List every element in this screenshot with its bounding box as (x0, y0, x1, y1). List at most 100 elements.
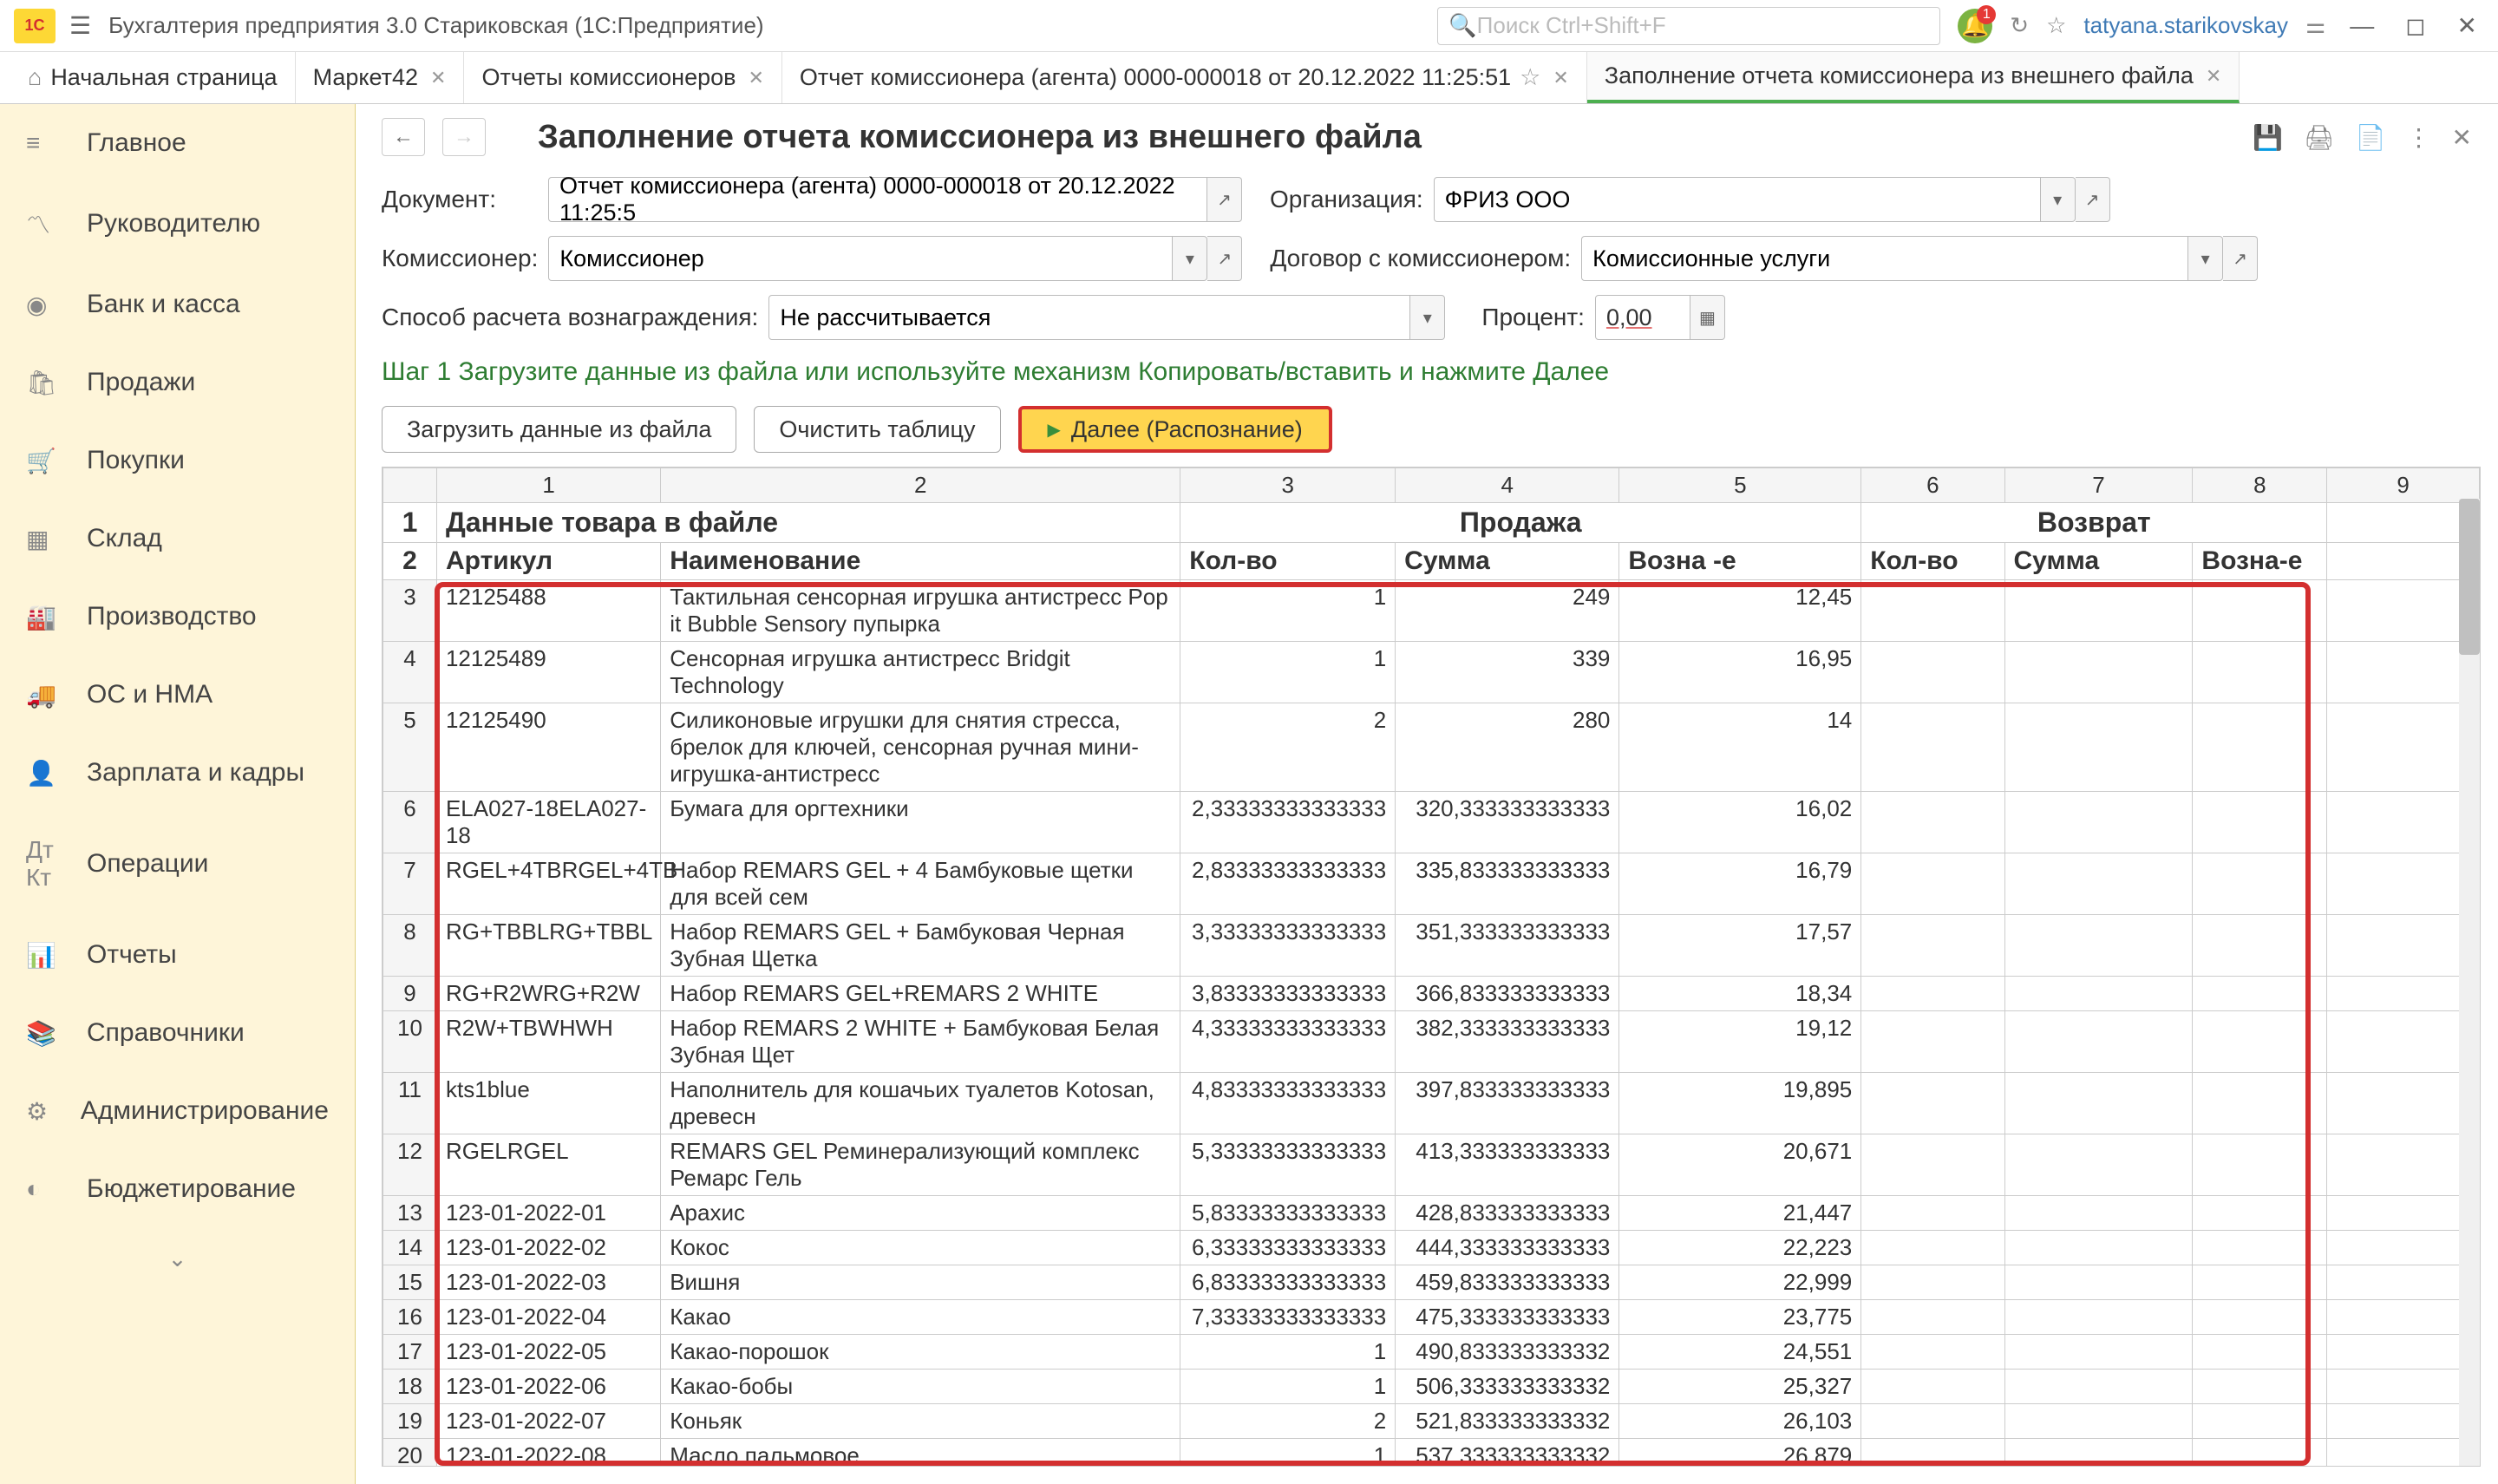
cell-name[interactable]: Сенсорная игрушка антистресс Bridgit Tec… (661, 642, 1180, 703)
cell-ret-qty[interactable] (1861, 1134, 2004, 1196)
empty-cell[interactable] (2327, 977, 2480, 1011)
empty-cell[interactable] (2327, 915, 2480, 977)
cell-ret-sum[interactable] (2004, 977, 2193, 1011)
cell-fee[interactable]: 16,79 (1619, 853, 1861, 915)
cell-sum[interactable]: 444,333333333333 (1396, 1231, 1619, 1265)
cell-name[interactable]: Бумага для оргтехники (661, 792, 1180, 853)
cell-ret-fee[interactable] (2193, 1300, 2327, 1335)
next-button[interactable]: ▶ Далее (Распознание) (1018, 406, 1332, 453)
org-open-button[interactable]: ↗ (2076, 177, 2110, 222)
pct-calc-button[interactable]: ▦ (1690, 295, 1725, 340)
cell-name[interactable]: Наполнитель для кошачьих туалетов Kotosa… (661, 1073, 1180, 1134)
empty-cell[interactable] (2327, 642, 2480, 703)
empty-cell[interactable] (2327, 1300, 2480, 1335)
table-row[interactable]: 20123-01-2022-08Масло пальмовое1537,3333… (383, 1439, 2480, 1468)
cell-qty[interactable]: 1 (1180, 642, 1396, 703)
cell-art[interactable]: 123-01-2022-06 (436, 1370, 660, 1404)
cell-art[interactable]: 123-01-2022-02 (436, 1231, 660, 1265)
sidebar-item-1[interactable]: 〽Руководителю (0, 182, 355, 265)
cell-qty[interactable]: 2 (1180, 1404, 1396, 1439)
cell-qty[interactable]: 2 (1180, 703, 1396, 792)
cell-sum[interactable]: 397,833333333333 (1396, 1073, 1619, 1134)
col-header[interactable]: 2 (661, 468, 1180, 503)
cell-name[interactable]: Какао (661, 1300, 1180, 1335)
cell-art[interactable]: 12125488 (436, 580, 660, 642)
cell-ret-fee[interactable] (2193, 1265, 2327, 1300)
cell-art[interactable]: kts1blue (436, 1073, 660, 1134)
cell-fee[interactable]: 18,34 (1619, 977, 1861, 1011)
cell-ret-sum[interactable] (2004, 580, 2193, 642)
tab-4[interactable]: Заполнение отчета комиссионера из внешне… (1587, 52, 2240, 103)
cell-fee[interactable]: 22,223 (1619, 1231, 1861, 1265)
cell-ret-sum[interactable] (2004, 1335, 2193, 1370)
cell-ret-qty[interactable] (1861, 1011, 2004, 1073)
empty-cell[interactable] (2327, 703, 2480, 792)
data-table[interactable]: 1234567891Данные товара в файлеПродажаВо… (382, 467, 2481, 1467)
sidebar-item-3[interactable]: 🛍Продажи (0, 343, 355, 422)
tab-0[interactable]: ⌂Начальная страница (10, 52, 296, 103)
sidebar-item-6[interactable]: 🏭Производство (0, 578, 355, 656)
cell-ret-qty[interactable] (1861, 1231, 2004, 1265)
cell-ret-sum[interactable] (2004, 1011, 2193, 1073)
cell-art[interactable]: RG+TBBLRG+TBBL (436, 915, 660, 977)
tab-3[interactable]: Отчет комиссионера (агента) 0000-000018 … (782, 52, 1587, 103)
cell-ret-qty[interactable] (1861, 703, 2004, 792)
cell-name[interactable]: Какао-бобы (661, 1370, 1180, 1404)
sidebar-expand[interactable]: ⌄ (0, 1228, 355, 1290)
cell-name[interactable]: Вишня (661, 1265, 1180, 1300)
cell-sum[interactable]: 537,333333333332 (1396, 1439, 1619, 1468)
cell-name[interactable]: Масло пальмовое (661, 1439, 1180, 1468)
cell-fee[interactable]: 22,999 (1619, 1265, 1861, 1300)
dog-open-button[interactable]: ↗ (2223, 236, 2258, 281)
empty-cell[interactable] (2327, 1134, 2480, 1196)
table-row[interactable]: 18123-01-2022-06Какао-бобы1506,333333333… (383, 1370, 2480, 1404)
cell-ret-sum[interactable] (2004, 1196, 2193, 1231)
cell-art[interactable]: 123-01-2022-07 (436, 1404, 660, 1439)
table-row[interactable]: 8RG+TBBLRG+TBBLНабор REMARS GEL + Бамбук… (383, 915, 2480, 977)
cell-ret-fee[interactable] (2193, 792, 2327, 853)
empty-cell[interactable] (2327, 1439, 2480, 1468)
cell-name[interactable]: REMARS GEL Реминерализующий комплекс Рем… (661, 1134, 1180, 1196)
cell-ret-fee[interactable] (2193, 977, 2327, 1011)
cell-ret-sum[interactable] (2004, 1370, 2193, 1404)
cell-ret-fee[interactable] (2193, 703, 2327, 792)
scrollbar-vertical[interactable] (2459, 499, 2480, 1466)
empty-cell[interactable] (2327, 1011, 2480, 1073)
kom-dropdown-button[interactable]: ▾ (1173, 236, 1207, 281)
more-icon[interactable]: ⋮ (2407, 123, 2431, 152)
cell-ret-fee[interactable] (2193, 1011, 2327, 1073)
sidebar-item-12[interactable]: ⚙Администрирование (0, 1072, 355, 1150)
cell-fee[interactable]: 26,879 (1619, 1439, 1861, 1468)
cell-art[interactable]: R2W+TBWHWH (436, 1011, 660, 1073)
sidebar-item-10[interactable]: 📊Отчеты (0, 916, 355, 994)
minimize-button[interactable]: — (2343, 12, 2381, 40)
cell-qty[interactable]: 1 (1180, 1335, 1396, 1370)
search-input[interactable]: 🔍 Поиск Ctrl+Shift+F (1437, 7, 1940, 45)
cell-fee[interactable]: 12,45 (1619, 580, 1861, 642)
sidebar-item-0[interactable]: ≡Главное (0, 104, 355, 182)
cell-qty[interactable]: 2,33333333333333 (1180, 792, 1396, 853)
table-row[interactable]: 512125490Силиконовые игрушки для снятия … (383, 703, 2480, 792)
cell-fee[interactable]: 26,103 (1619, 1404, 1861, 1439)
cell-art[interactable]: 123-01-2022-01 (436, 1196, 660, 1231)
table-row[interactable]: 12RGELRGELREMARS GEL Реминерализующий ко… (383, 1134, 2480, 1196)
col-header[interactable]: 8 (2193, 468, 2327, 503)
empty-cell[interactable] (2327, 1404, 2480, 1439)
cell-qty[interactable]: 2,83333333333333 (1180, 853, 1396, 915)
table-row[interactable]: 14123-01-2022-02Кокос6,33333333333333444… (383, 1231, 2480, 1265)
cell-ret-qty[interactable] (1861, 1370, 2004, 1404)
cell-fee[interactable]: 16,95 (1619, 642, 1861, 703)
empty-cell[interactable] (2327, 1370, 2480, 1404)
maximize-button[interactable]: ◻ (2398, 11, 2432, 40)
history-icon[interactable]: ↻ (2010, 12, 2029, 39)
cell-qty[interactable]: 3,33333333333333 (1180, 915, 1396, 977)
cell-ret-fee[interactable] (2193, 1335, 2327, 1370)
cell-ret-fee[interactable] (2193, 1196, 2327, 1231)
cell-name[interactable]: Набор REMARS GEL + Бамбуковая Черная Зуб… (661, 915, 1180, 977)
empty-cell[interactable] (2327, 1265, 2480, 1300)
cell-fee[interactable]: 21,447 (1619, 1196, 1861, 1231)
cell-ret-sum[interactable] (2004, 853, 2193, 915)
cell-qty[interactable]: 1 (1180, 1439, 1396, 1468)
cell-name[interactable]: Набор REMARS 2 WHITE + Бамбуковая Белая … (661, 1011, 1180, 1073)
sidebar-item-9[interactable]: Дт КтОперации (0, 812, 355, 916)
